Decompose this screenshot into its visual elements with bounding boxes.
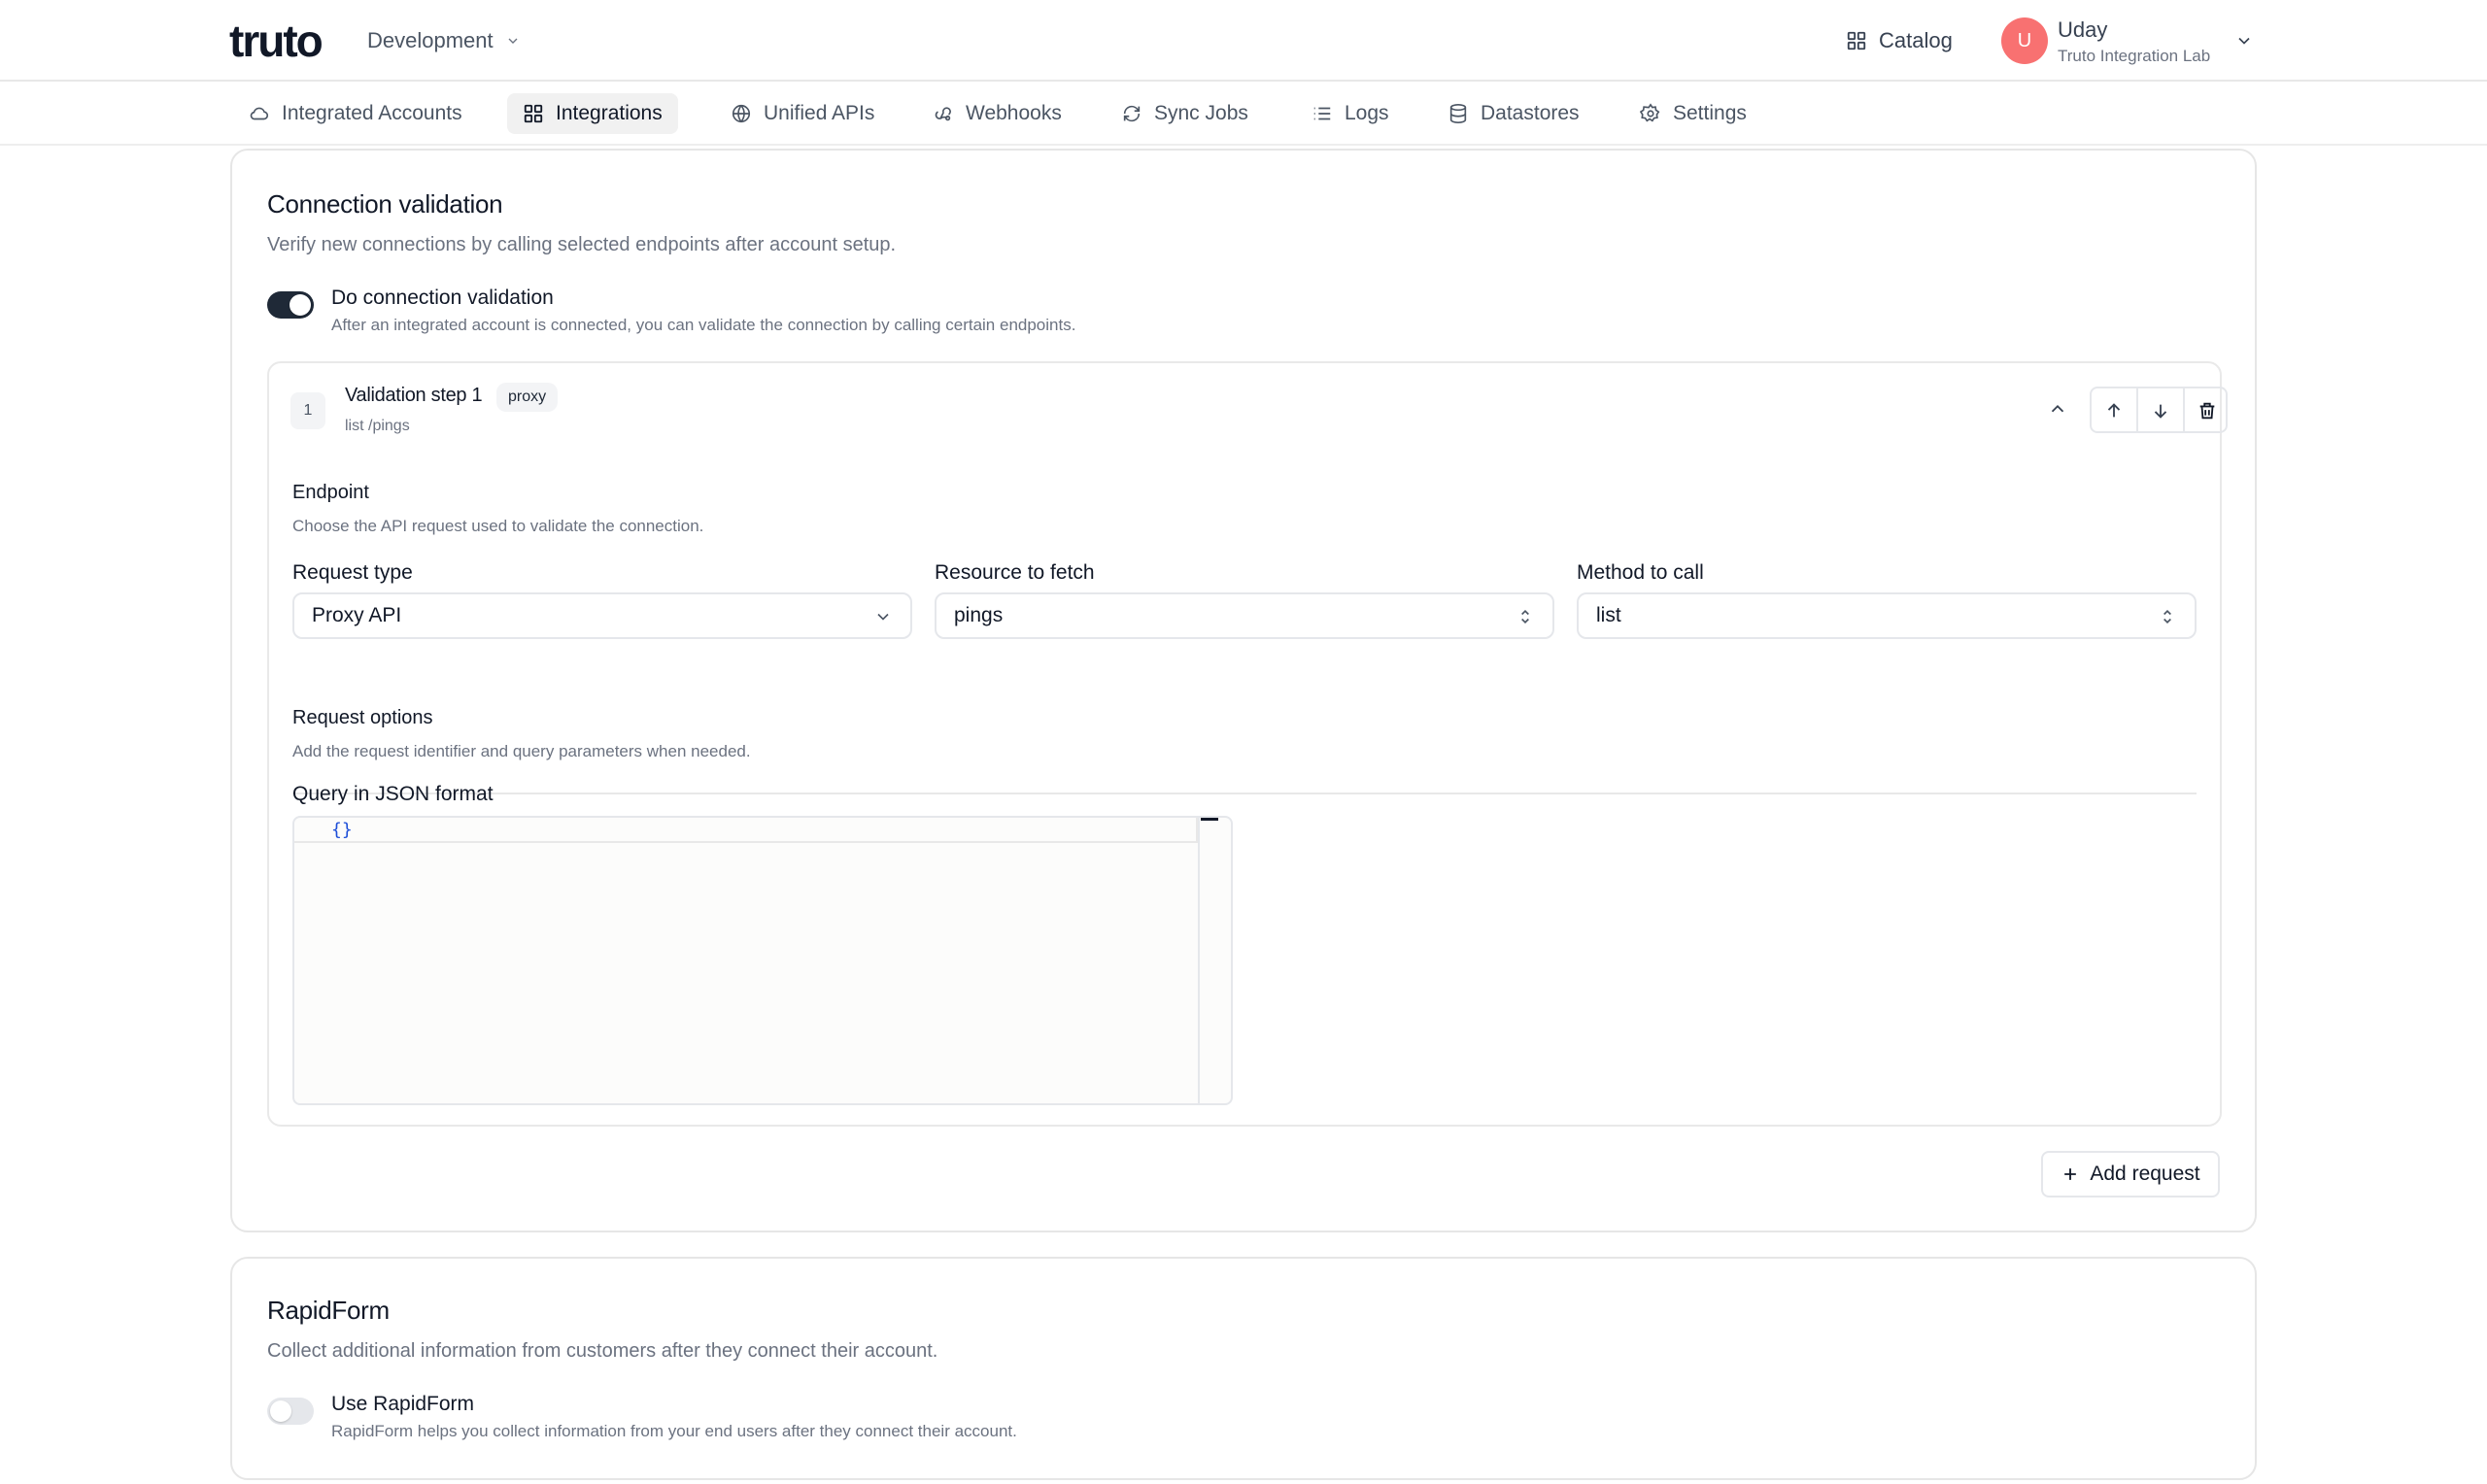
chevron-updown-icon (2163, 609, 2171, 624)
request-type-label: Request type (292, 561, 413, 584)
nav-sync-jobs[interactable]: Sync Jobs (1106, 93, 1264, 134)
chevron-down-icon (877, 613, 889, 621)
trash-icon (2199, 402, 2215, 420)
list-icon (1313, 107, 1331, 120)
chevron-down-icon (508, 38, 518, 44)
catalog-label: Catalog (1879, 28, 1953, 52)
toggle-label: Do connection validation (331, 287, 554, 309)
nav-integrations[interactable]: Integrations (507, 93, 678, 134)
add-request-button[interactable]: Add request (2041, 1151, 2220, 1197)
nav-label: Integrated Accounts (282, 102, 462, 124)
user-menu-chevron-icon[interactable] (2234, 31, 2254, 51)
user-name[interactable]: Uday (2058, 17, 2107, 43)
nav-label: Logs (1345, 102, 1389, 124)
toggle-description: RapidForm helps you collect information … (331, 1422, 1017, 1440)
editor-scroll-marker (1201, 818, 1218, 821)
arrow-down-icon (2154, 404, 2167, 419)
logo-text: truto (229, 16, 324, 66)
step-badge: proxy (496, 383, 559, 412)
environment-selector[interactable]: Development (367, 25, 521, 56)
catalog-button[interactable]: Catalog (1846, 23, 1953, 58)
nav-label: Unified APIs (764, 102, 875, 124)
grid-icon (524, 104, 543, 123)
grid-icon (1847, 31, 1866, 51)
request-options-label: Request options (292, 707, 433, 728)
toggle-knob (270, 1400, 291, 1422)
query-json-editor[interactable]: {} (292, 816, 1233, 1105)
request-options-description: Add the request identifier and query par… (292, 742, 751, 760)
arrow-up-icon (2107, 403, 2121, 418)
nav-label: Integrations (556, 102, 663, 124)
nav-webhooks[interactable]: Webhooks (917, 93, 1077, 134)
database-icon (1449, 104, 1467, 123)
editor-scrollbar-track[interactable] (1198, 818, 1200, 1103)
endpoint-label: Endpoint (292, 482, 369, 503)
main-nav: Integrated Accounts Integrations Unified… (0, 84, 2487, 146)
section-title: RapidForm (267, 1296, 390, 1325)
move-up-button[interactable] (2092, 388, 2136, 433)
avatar[interactable]: U (2001, 17, 2048, 64)
section-description: Collect additional information from cust… (267, 1340, 938, 1362)
gear-icon (1640, 103, 1660, 122)
step-subtitle: list /pings (345, 418, 410, 434)
move-down-button[interactable] (2138, 388, 2183, 433)
method-select[interactable]: list (1577, 592, 2197, 639)
method-label: Method to call (1577, 561, 1704, 584)
step-number: 1 (290, 392, 325, 429)
plus-icon (2064, 1168, 2077, 1180)
chevron-updown-icon (1521, 609, 1529, 624)
nav-integrated-accounts[interactable]: Integrated Accounts (233, 93, 478, 134)
nav-unified-apis[interactable]: Unified APIs (715, 93, 890, 134)
add-request-label: Add request (2090, 1163, 2200, 1185)
cloud-icon (250, 107, 269, 120)
nav-label: Settings (1673, 102, 1747, 124)
connection-validation-card: Connection validation Verify new connect… (230, 149, 2257, 1232)
chevron-up-icon (2051, 404, 2064, 413)
top-bar: truto Development Catalog U Uday Truto I… (0, 0, 2487, 82)
active-line (294, 818, 1198, 843)
step-action-group (2090, 387, 2228, 433)
query-label: Query in JSON format (292, 783, 494, 805)
section-description: Verify new connections by calling select… (267, 234, 897, 255)
resource-select[interactable]: pings (935, 592, 1554, 639)
request-type-select[interactable]: Proxy API (292, 592, 912, 639)
method-value: list (1596, 604, 1621, 626)
request-type-value: Proxy API (312, 604, 402, 626)
section-divider (292, 793, 2197, 794)
section-title: Connection validation (267, 189, 503, 219)
nav-label: Datastores (1481, 102, 1580, 124)
nav-settings[interactable]: Settings (1624, 93, 1762, 134)
connection-validation-toggle[interactable] (267, 291, 314, 319)
resource-label: Resource to fetch (935, 561, 1095, 584)
nav-label: Webhooks (966, 102, 1062, 124)
toggle-label: Use RapidForm (331, 1393, 475, 1415)
endpoint-description: Choose the API request used to validate … (292, 517, 704, 535)
environment-label: Development (367, 28, 494, 52)
nav-label: Sync Jobs (1154, 102, 1248, 124)
query-code: {} (331, 820, 353, 840)
webhook-icon (935, 107, 951, 121)
sync-icon (1123, 105, 1141, 122)
rapidform-card: RapidForm Collect additional information… (230, 1257, 2257, 1480)
toggle-description: After an integrated account is connected… (331, 316, 1076, 334)
toggle-knob (290, 294, 311, 316)
globe-icon (732, 104, 751, 123)
validation-step: 1 Validation step 1 proxy list /pings En… (267, 361, 2228, 1127)
delete-step-button[interactable] (2185, 388, 2230, 433)
step-title: Validation step 1 (345, 385, 483, 406)
truto-logo[interactable]: truto (229, 16, 324, 66)
nav-logs[interactable]: Logs (1296, 93, 1405, 134)
nav-datastores[interactable]: Datastores (1432, 93, 1595, 134)
user-org: Truto Integration Lab (2058, 47, 2211, 65)
rapidform-toggle[interactable] (267, 1398, 314, 1425)
resource-value: pings (954, 604, 1004, 626)
collapse-button[interactable] (2035, 387, 2080, 431)
